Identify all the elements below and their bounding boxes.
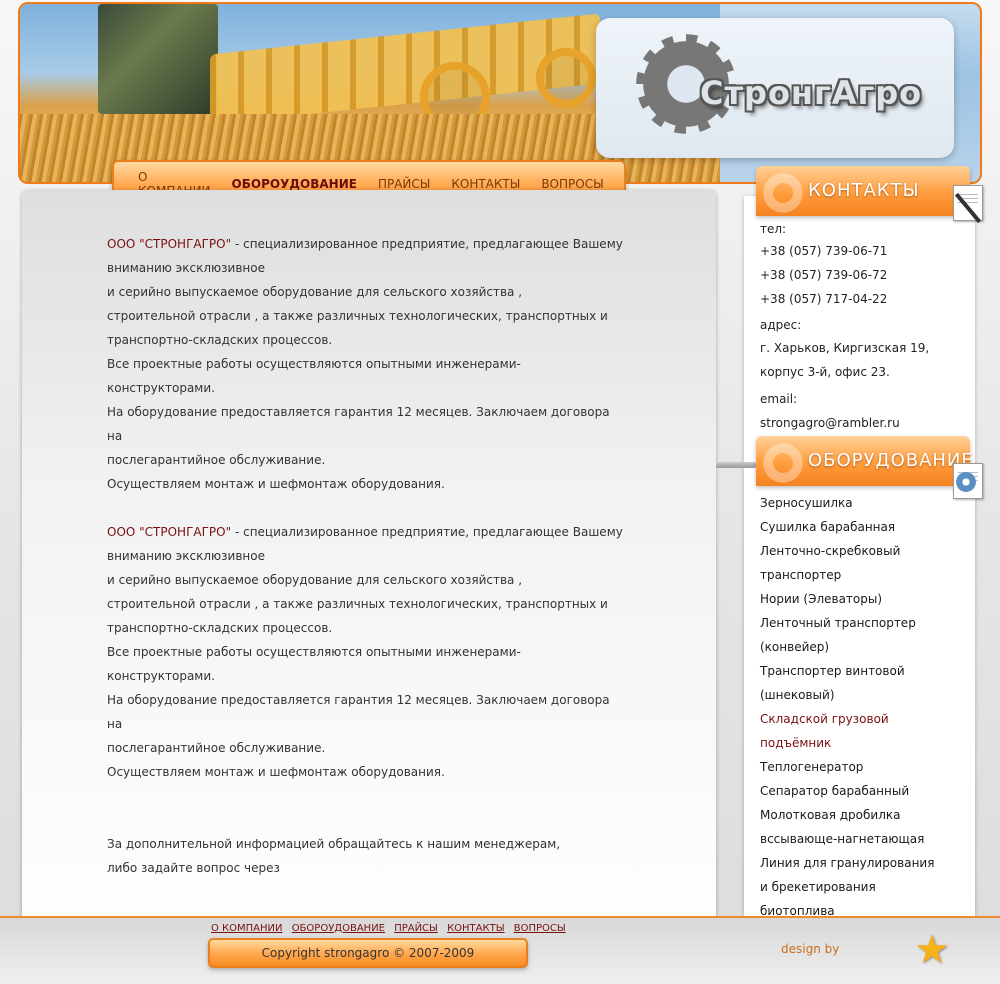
equipment-list: Зерносушилка Сушилка барабанная Ленточно… bbox=[760, 491, 960, 923]
settings-gears-icon bbox=[956, 472, 976, 492]
equipment-item[interactable]: транспортер bbox=[760, 563, 960, 587]
contacts-title: КОНТАКТЫ bbox=[808, 180, 920, 201]
panel-divider bbox=[716, 462, 756, 468]
equipment-item[interactable]: Сушилка барабанная bbox=[760, 515, 960, 539]
email-link[interactable]: strongagro@rambler.ru bbox=[760, 416, 900, 430]
equipment-item[interactable]: Ленточно-скребковый bbox=[760, 539, 960, 563]
gear-icon bbox=[760, 440, 806, 486]
phone-3[interactable]: +38 (057) 717-04-22 bbox=[760, 292, 887, 306]
footer-link-questions[interactable]: ВОПРОСЫ bbox=[514, 923, 566, 934]
combine-body bbox=[98, 4, 218, 114]
footer-link-contacts[interactable]: КОНТАКТЫ bbox=[447, 923, 504, 934]
footer-link-equipment[interactable]: ОБОРОУДОВАНИЕ bbox=[292, 923, 385, 934]
equipment-item[interactable]: и брекетирования bbox=[760, 875, 960, 899]
equipment-item[interactable]: Ленточный транспортер bbox=[760, 611, 960, 635]
equipment-item[interactable]: Складской грузовой bbox=[760, 707, 960, 731]
nav-questions[interactable]: ВОПРОСЫ bbox=[541, 177, 603, 191]
equipment-item[interactable]: (конвейер) bbox=[760, 635, 960, 659]
equipment-item[interactable]: Сепаратор барабанный bbox=[760, 779, 960, 803]
copyright-bar: Copyright strongagro © 2007-2009 bbox=[208, 938, 528, 968]
main-panel-overlay bbox=[22, 190, 716, 950]
equipment-item[interactable]: подъёмник bbox=[760, 731, 960, 755]
email-label: email: bbox=[760, 392, 798, 406]
header-banner: СтронгАгро bbox=[18, 2, 982, 184]
address-line-1: г. Харьков, Киргизская 19, bbox=[760, 341, 930, 355]
phone-1[interactable]: +38 (057) 739-06-71 bbox=[760, 244, 887, 258]
contacts-header: КОНТАКТЫ bbox=[756, 166, 970, 216]
equipment-item[interactable]: вссывающе-нагнетающая bbox=[760, 827, 960, 851]
address-line-2: корпус 3-й, офис 23. bbox=[760, 365, 890, 379]
equipment-item[interactable]: Теплогенератор bbox=[760, 755, 960, 779]
equipment-item[interactable]: Транспортер винтовой bbox=[760, 659, 960, 683]
gear-icon bbox=[760, 170, 806, 216]
equipment-item[interactable]: Линия для гранулирования bbox=[760, 851, 960, 875]
footer-link-about[interactable]: О КОМПАНИИ bbox=[211, 923, 283, 934]
nav-prices[interactable]: ПРАЙСЫ bbox=[378, 177, 430, 191]
equipment-item[interactable]: (шнековый) bbox=[760, 683, 960, 707]
equipment-item[interactable]: Молотковая дробилка bbox=[760, 803, 960, 827]
equipment-item[interactable]: Нории (Элеваторы) bbox=[760, 587, 960, 611]
footer-link-prices[interactable]: ПРАЙСЫ bbox=[394, 923, 438, 934]
reel-wheel bbox=[536, 48, 596, 108]
star-icon[interactable]: ★ bbox=[914, 930, 950, 970]
equipment-item[interactable]: Зерносушилка bbox=[760, 491, 960, 515]
nav-contacts[interactable]: КОНТАКТЫ bbox=[451, 177, 520, 191]
design-by-label: design by bbox=[781, 942, 840, 956]
equipment-title: ОБОРУДОВАНИЕ bbox=[808, 450, 974, 471]
address-label: адрес: bbox=[760, 318, 802, 332]
phone-2[interactable]: +38 (057) 739-06-72 bbox=[760, 268, 887, 282]
site-logo[interactable]: СтронгАгро bbox=[700, 74, 922, 112]
equipment-header: ОБОРУДОВАНИЕ bbox=[756, 436, 973, 486]
document-icon bbox=[953, 185, 983, 221]
footer-nav: О КОМПАНИИ ОБОРОУДОВАНИЕ ПРАЙСЫ КОНТАКТЫ… bbox=[211, 923, 572, 934]
nav-equipment[interactable]: ОБОРОУДОВАНИЕ bbox=[232, 177, 357, 191]
tel-label: тел: bbox=[760, 222, 787, 236]
